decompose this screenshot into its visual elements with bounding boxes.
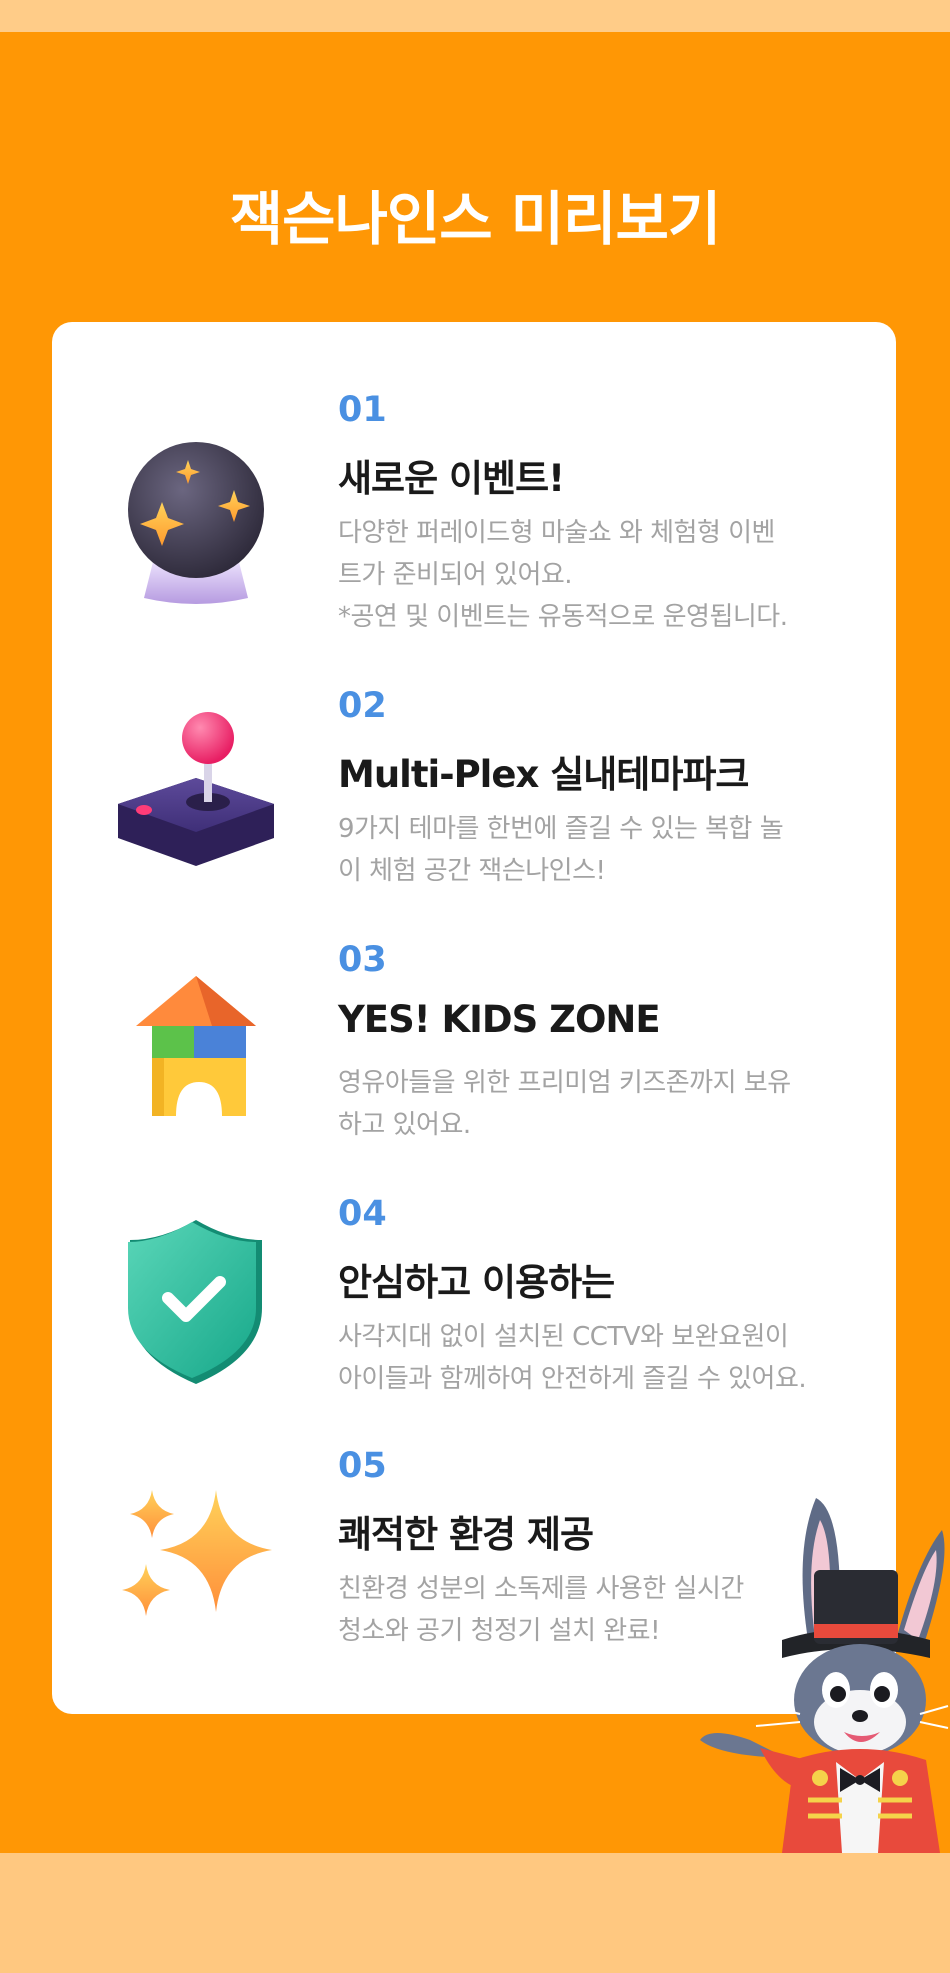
feature-title: 새로운 이벤트!	[338, 457, 565, 500]
feature-title: YES! KIDS ZONE	[338, 998, 661, 1041]
building-blocks-icon	[112, 964, 280, 1144]
feature-title: 쾌적한 환경 제공	[338, 1513, 594, 1556]
feature-description: 다양한 퍼레이드형 마술쇼 와 체험형 이벤 트가 준비되어 있어요. *공연 …	[338, 518, 788, 632]
feature-title: Multi-Plex 실내테마파크	[338, 753, 749, 796]
feature-description: 9가지 테마를 한번에 즐길 수 있는 복합 놀 이 체험 공간 잭슨나인스!	[338, 814, 784, 886]
bottom-band	[0, 1853, 950, 1973]
feature-description: 영유아들을 위한 프리미엄 키즈존까지 보유 하고 있어요.	[338, 1068, 791, 1140]
shield-check-icon	[112, 1212, 280, 1392]
feature-number: 04	[338, 1194, 387, 1234]
feature-number: 05	[338, 1446, 387, 1486]
joystick-icon	[112, 698, 280, 878]
feature-number: 01	[338, 390, 387, 430]
crystal-ball-icon	[112, 428, 280, 608]
feature-description: 사각지대 없이 설치된 CCTV와 보완요원이 아이들과 함께하여 안전하게 즐…	[338, 1322, 807, 1394]
feature-number: 02	[338, 686, 387, 726]
feature-number: 03	[338, 940, 387, 980]
feature-title: 안심하고 이용하는	[338, 1261, 615, 1304]
page-title: 잭슨나인스 미리보기	[229, 185, 721, 253]
top-band	[0, 0, 950, 32]
sparkles-icon	[112, 1470, 280, 1650]
rabbit-mascot-illustration	[690, 1490, 950, 1853]
